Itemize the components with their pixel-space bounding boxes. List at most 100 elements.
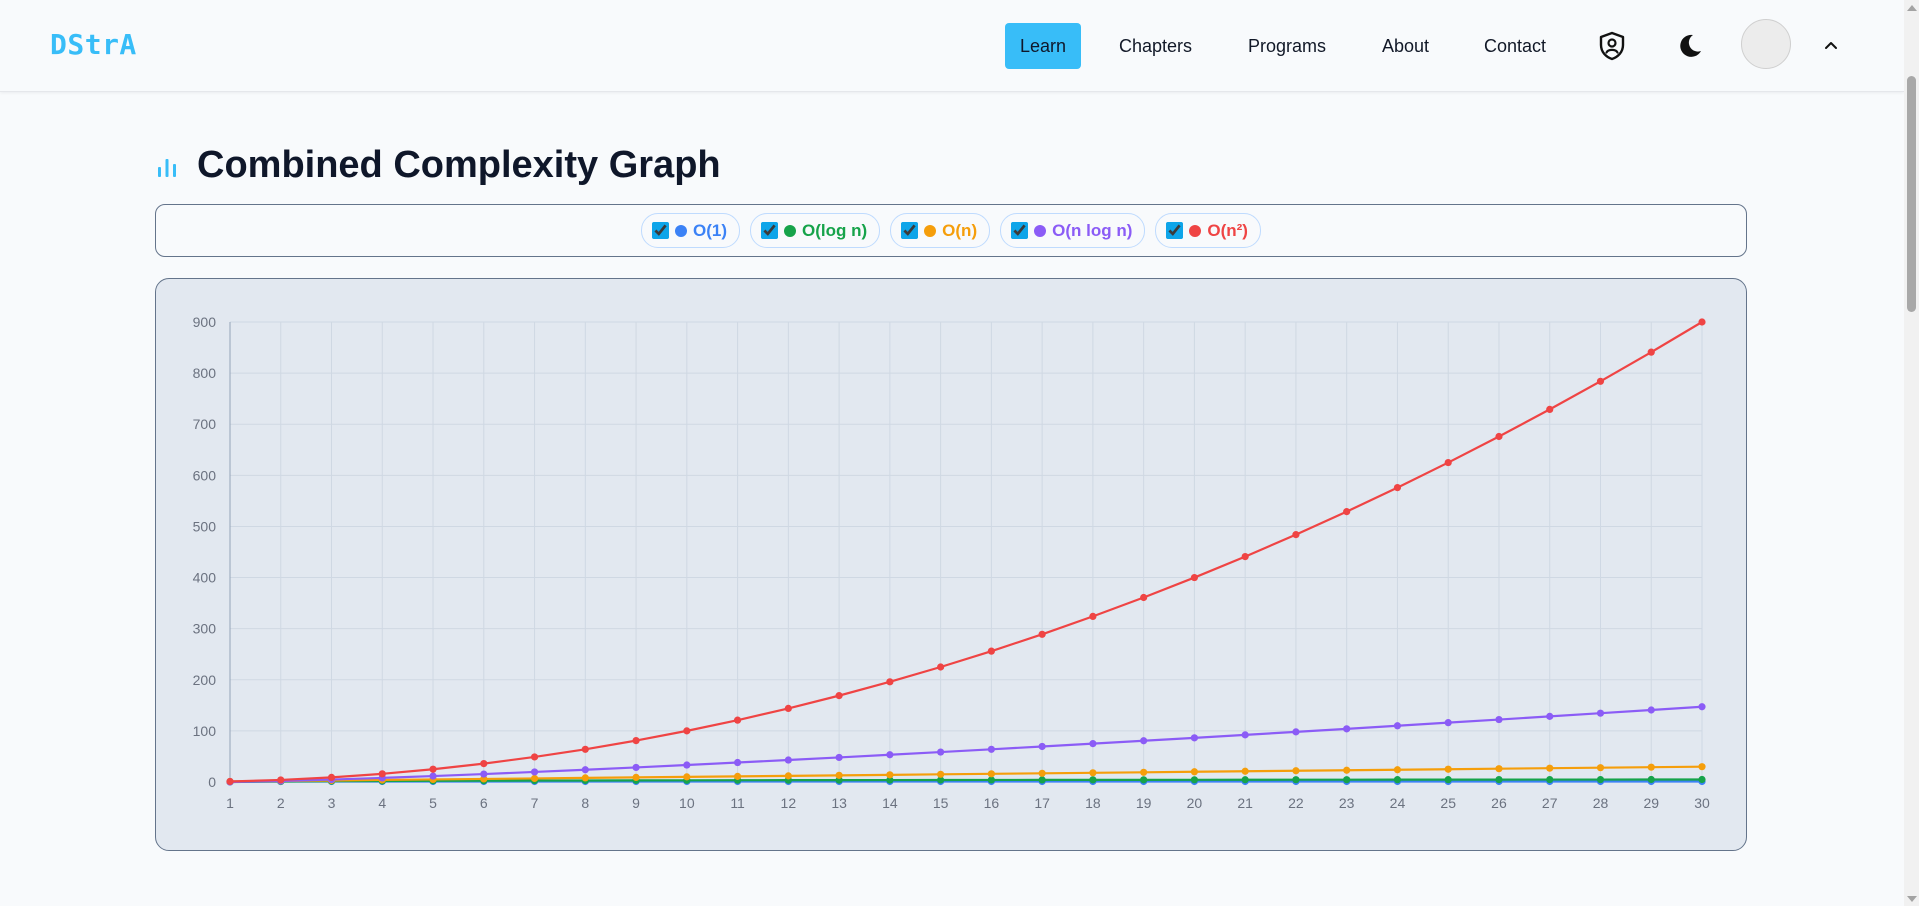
- data-point-4[interactable]: [1089, 612, 1097, 620]
- brand-logo[interactable]: DStrA: [50, 28, 137, 61]
- nav-link-chapters[interactable]: Chapters: [1104, 23, 1207, 69]
- data-point-4[interactable]: [886, 678, 894, 686]
- data-point-2[interactable]: [1596, 764, 1605, 772]
- data-point-2[interactable]: [1393, 766, 1402, 774]
- data-point-1[interactable]: [1343, 776, 1351, 784]
- data-point-4[interactable]: [1698, 318, 1706, 326]
- data-point-3[interactable]: [886, 751, 894, 759]
- nav-link-about[interactable]: About: [1367, 23, 1444, 69]
- data-point-2[interactable]: [1089, 769, 1097, 777]
- toggle-o-1[interactable]: O(1): [641, 213, 741, 248]
- toggle-o-n-log-n[interactable]: O(n log n): [1000, 213, 1146, 248]
- data-point-4[interactable]: [784, 704, 792, 712]
- data-point-2[interactable]: [1292, 767, 1300, 775]
- data-point-1[interactable]: [1190, 776, 1199, 784]
- nav-link-programs[interactable]: Programs: [1233, 23, 1341, 69]
- data-point-4[interactable]: [277, 776, 285, 784]
- data-point-2[interactable]: [1698, 763, 1706, 771]
- data-point-4[interactable]: [1190, 573, 1199, 582]
- data-point-3[interactable]: [1292, 728, 1300, 736]
- data-point-2[interactable]: [1140, 768, 1148, 776]
- toggle-o-n-squared[interactable]: O(n²): [1155, 213, 1261, 248]
- data-point-4[interactable]: [429, 765, 437, 773]
- data-point-3[interactable]: [1190, 734, 1199, 742]
- data-point-4[interactable]: [530, 753, 539, 761]
- data-point-4[interactable]: [683, 727, 691, 735]
- data-point-3[interactable]: [1546, 712, 1554, 720]
- data-point-4[interactable]: [1292, 531, 1300, 539]
- data-point-4[interactable]: [1647, 348, 1655, 356]
- data-point-3[interactable]: [480, 770, 488, 778]
- checkbox-o-1[interactable]: [652, 222, 670, 239]
- nav-link-contact[interactable]: Contact: [1469, 23, 1561, 69]
- data-point-3[interactable]: [1596, 709, 1605, 717]
- data-point-4[interactable]: [1393, 484, 1402, 492]
- data-point-4[interactable]: [835, 692, 843, 700]
- data-point-2[interactable]: [1444, 765, 1452, 773]
- nav-link-learn[interactable]: Learn: [1005, 23, 1082, 69]
- data-point-4[interactable]: [1343, 508, 1351, 516]
- data-point-3[interactable]: [683, 761, 691, 769]
- data-point-4[interactable]: [226, 777, 234, 786]
- data-point-3[interactable]: [784, 756, 792, 764]
- toggle-o-n[interactable]: O(n): [890, 213, 991, 248]
- data-point-3[interactable]: [1140, 737, 1148, 745]
- checkbox-o-n-log-n[interactable]: [1011, 222, 1029, 239]
- data-point-3[interactable]: [733, 758, 742, 767]
- data-point-4[interactable]: [1140, 593, 1148, 602]
- data-point-1[interactable]: [1038, 776, 1046, 784]
- data-point-4[interactable]: [937, 663, 945, 671]
- data-point-3[interactable]: [1089, 740, 1097, 748]
- data-point-4[interactable]: [378, 770, 386, 778]
- data-point-3[interactable]: [581, 766, 589, 774]
- data-point-2[interactable]: [1647, 763, 1655, 771]
- data-point-4[interactable]: [1038, 630, 1046, 638]
- data-point-4[interactable]: [1241, 553, 1249, 561]
- data-point-2[interactable]: [581, 774, 589, 782]
- data-point-4[interactable]: [581, 745, 589, 753]
- moon-icon[interactable]: [1669, 26, 1709, 66]
- data-point-2[interactable]: [784, 772, 792, 780]
- data-point-3[interactable]: [429, 772, 437, 780]
- data-point-4[interactable]: [733, 716, 742, 724]
- data-point-4[interactable]: [1546, 405, 1554, 413]
- scroll-up-arrow-icon[interactable]: [1907, 5, 1917, 11]
- data-point-4[interactable]: [480, 760, 488, 768]
- checkbox-o-n[interactable]: [901, 222, 919, 239]
- data-point-2[interactable]: [1038, 769, 1046, 777]
- data-point-3[interactable]: [632, 763, 640, 772]
- data-point-4[interactable]: [987, 647, 995, 655]
- data-point-2[interactable]: [886, 771, 894, 779]
- checkbox-o-n-squared[interactable]: [1166, 222, 1184, 239]
- scrollbar-thumb[interactable]: [1907, 76, 1916, 312]
- shield-user-icon[interactable]: [1592, 26, 1632, 66]
- data-point-4[interactable]: [1495, 432, 1503, 441]
- data-point-1[interactable]: [1647, 775, 1655, 784]
- data-point-3[interactable]: [987, 745, 995, 753]
- data-point-2[interactable]: [1190, 768, 1199, 776]
- data-point-3[interactable]: [1343, 725, 1351, 733]
- data-point-3[interactable]: [1495, 715, 1503, 724]
- data-point-3[interactable]: [530, 768, 539, 776]
- data-point-2[interactable]: [733, 772, 742, 780]
- scroll-down-arrow-icon[interactable]: [1907, 896, 1917, 902]
- data-point-1[interactable]: [1444, 776, 1452, 784]
- data-point-4[interactable]: [1444, 458, 1452, 467]
- chevron-up-icon[interactable]: [1816, 30, 1846, 60]
- data-point-4[interactable]: [632, 737, 640, 745]
- data-point-2[interactable]: [683, 773, 691, 781]
- toggle-o-log-n[interactable]: O(log n): [750, 213, 881, 248]
- data-point-2[interactable]: [937, 770, 945, 778]
- data-point-3[interactable]: [937, 748, 945, 756]
- data-point-3[interactable]: [1647, 706, 1655, 714]
- data-point-2[interactable]: [1495, 765, 1503, 773]
- data-point-1[interactable]: [1596, 775, 1605, 784]
- data-point-1[interactable]: [987, 776, 995, 784]
- checkbox-o-log-n[interactable]: [761, 222, 779, 239]
- data-point-2[interactable]: [835, 771, 843, 779]
- data-point-2[interactable]: [987, 770, 995, 778]
- data-point-1[interactable]: [1698, 775, 1706, 784]
- data-point-2[interactable]: [632, 773, 640, 781]
- data-point-1[interactable]: [1140, 776, 1148, 784]
- data-point-3[interactable]: [835, 753, 843, 762]
